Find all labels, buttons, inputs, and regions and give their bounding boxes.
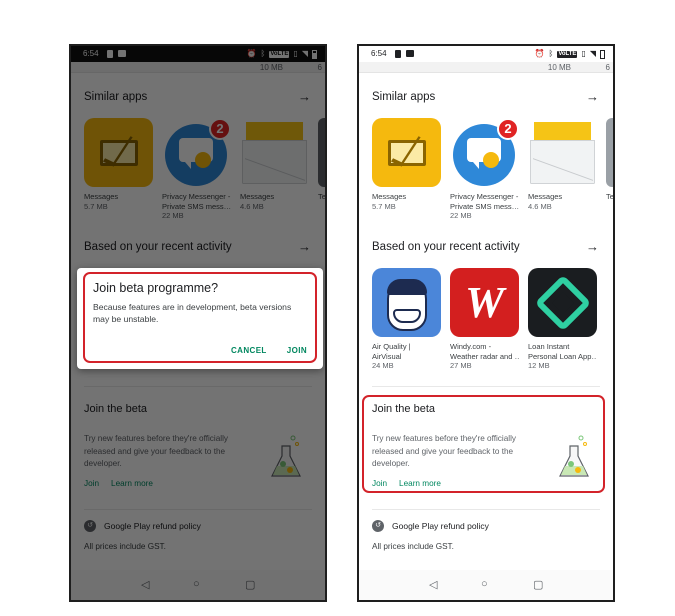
refund-policy-label: Google Play refund policy (392, 521, 489, 531)
recent-activity-title: Based on your recent activity (372, 241, 520, 253)
app-card[interactable]: 2 Privacy Messenger - Private SMS mess… … (450, 118, 519, 221)
refund-policy-row[interactable]: ↺ Google Play refund policy (372, 520, 489, 532)
app-card[interactable]: Messages 5.7 MB (372, 118, 441, 221)
divider (372, 509, 600, 510)
app-name-line2: Personal Loan App… (528, 351, 597, 361)
app-card[interactable]: Air Quality | AirVisual 24 MB (372, 268, 441, 371)
phone-screen-right: 6:54 ⏰ ᛒ VoLTE ▯ ◥ 10 MB 6 Similar apps … (357, 44, 615, 602)
battery-icon (600, 49, 605, 59)
app-name: Messages (528, 192, 563, 201)
arrow-right-icon[interactable]: → (586, 240, 599, 254)
messages-app-icon (372, 118, 441, 187)
app-name: Messages (372, 192, 407, 201)
notification-badge: 2 (497, 118, 519, 140)
vibrate-icon: ▯ (581, 49, 586, 58)
cancel-button[interactable]: CANCEL (231, 346, 267, 355)
back-icon[interactable]: ◁ (429, 578, 437, 591)
air-quality-app-icon (372, 268, 441, 337)
join-button[interactable]: JOIN (287, 346, 307, 355)
prices-note: All prices include GST. (372, 542, 454, 551)
navigation-bar: ◁ ○ ▢ (359, 570, 613, 600)
bluetooth-icon: ᛒ (548, 49, 554, 58)
app-size: 22 MB (450, 211, 472, 220)
phone-screen-left: 6:54 ⏰ ᛒ VoLTE ▯ ◥ 10 MB 6 Similar apps … (69, 44, 327, 602)
app-name-line2: Private SMS mess… (450, 201, 519, 211)
status-bar: 6:54 ⏰ ᛒ VoLTE ▯ ◥ (359, 46, 613, 62)
app-name-line2: Weather radar and … (450, 351, 519, 361)
download-size: 10 MB (547, 63, 571, 72)
app-name: Windy.com - (450, 342, 492, 351)
top-strip: 10 MB 6 (359, 62, 613, 73)
app-card[interactable]: Loan Instant Personal Loan App… 12 MB (528, 268, 597, 371)
app-name: Te (606, 192, 614, 201)
similar-apps-row: Messages 5.7 MB 2 Privacy Messenger - Pr… (372, 118, 614, 221)
gallery-icon (406, 50, 414, 57)
app-size: 27 MB (450, 361, 472, 370)
app-size: 5.7 MB (372, 201, 396, 211)
home-icon[interactable]: ○ (481, 578, 488, 590)
arrow-right-icon[interactable]: → (586, 90, 599, 104)
partial-text: 6 (605, 63, 610, 72)
join-beta-dialog: Join beta programme? Because features ar… (77, 268, 323, 369)
join-beta-title: Join the beta (372, 403, 435, 415)
learn-more-link[interactable]: Learn more (399, 479, 441, 488)
alarm-icon: ⏰ (534, 49, 545, 58)
similar-apps-title: Similar apps (372, 91, 436, 103)
privacy-messenger-app-icon: 2 (450, 118, 519, 187)
app-size: 24 MB (372, 361, 394, 370)
app-card[interactable]: Messages 4.6 MB (528, 118, 597, 221)
envelope-app-icon (528, 118, 597, 187)
loan-instant-app-icon (528, 268, 597, 337)
divider (372, 386, 600, 387)
refund-icon: ↺ (372, 520, 384, 532)
app-name: Air Quality | (372, 342, 411, 351)
app-card[interactable]: W Windy.com - Weather radar and … 27 MB (450, 268, 519, 371)
wifi-icon: ◥ (589, 49, 596, 58)
join-link[interactable]: Join (372, 479, 387, 488)
recents-icon[interactable]: ▢ (533, 578, 543, 591)
app-size: 4.6 MB (528, 201, 552, 211)
windy-app-icon: W (450, 268, 519, 337)
status-time: 6:54 (371, 49, 387, 58)
join-beta-description: Try new features before they're official… (372, 434, 517, 468)
notification-icon (395, 50, 401, 58)
volte-badge: VoLTE (557, 50, 578, 58)
app-size: 12 MB (528, 361, 550, 370)
app-name: Loan Instant (528, 342, 570, 351)
dialog-title: Join beta programme? (93, 281, 219, 295)
app-card-partial[interactable]: Te (606, 118, 614, 221)
app-name-line2: AirVisual (372, 351, 402, 361)
partial-app-icon (606, 118, 613, 187)
app-name: Privacy Messenger - (450, 192, 519, 201)
flask-icon (559, 435, 589, 477)
dialog-message: Because features are in development, bet… (93, 302, 292, 324)
recent-apps-row: Air Quality | AirVisual 24 MB W Windy.co… (372, 268, 597, 371)
